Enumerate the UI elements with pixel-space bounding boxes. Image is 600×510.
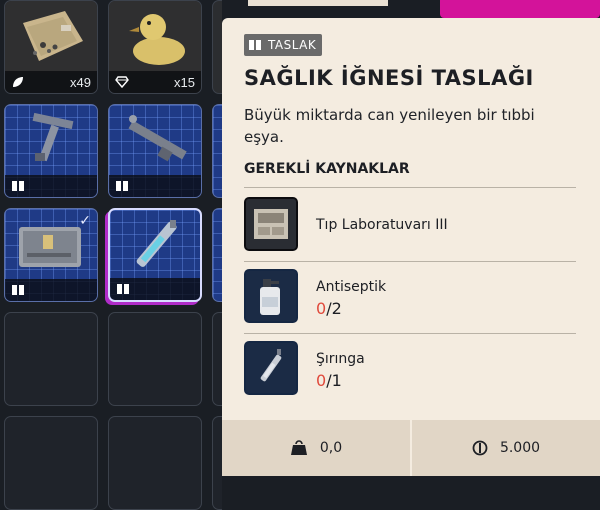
divider — [244, 187, 576, 188]
requirement-name: Şırınga — [316, 351, 365, 367]
bag-icon — [5, 1, 97, 73]
slot-footer: x49 — [5, 71, 97, 93]
divider — [244, 261, 576, 262]
inventory-slot-bag[interactable]: x49 — [4, 0, 98, 94]
blueprint-book-icon — [12, 285, 24, 295]
item-title: SAĞLIK İĞNESİ TASLAĞI — [244, 66, 534, 90]
item-count: x49 — [70, 74, 91, 90]
requirement-count: 0/2 — [316, 299, 342, 318]
top-tab-edge — [248, 0, 388, 6]
slot-footer — [5, 279, 97, 301]
tooltip-footer: 0,0 5.000 — [222, 420, 600, 476]
requirement-name: Antiseptik — [316, 279, 387, 295]
syringe-blueprint-icon — [136, 220, 177, 267]
tool-blueprint-icon — [32, 112, 74, 162]
blueprint-book-icon — [116, 181, 128, 191]
antiseptic-bottle-icon — [244, 269, 298, 323]
weight-display: 0,0 — [222, 420, 410, 476]
value-display: 5.000 — [410, 420, 600, 476]
diamond-icon — [115, 76, 129, 89]
weight-icon — [290, 440, 307, 455]
item-count: x15 — [174, 74, 195, 90]
required-count: /2 — [326, 299, 342, 318]
requirement-name: Tıp Laboratuvarı III — [316, 217, 448, 233]
syringe-icon — [244, 341, 298, 395]
blueprint-book-icon — [12, 181, 24, 191]
inventory-slot-kit-blueprint[interactable]: ✓ — [4, 208, 98, 302]
inventory-slot-empty[interactable] — [108, 312, 202, 406]
inventory-slot-duck[interactable]: x15 — [108, 0, 202, 94]
inventory-slot-empty[interactable] — [4, 416, 98, 510]
blueprint-book-icon — [248, 39, 262, 51]
requirement-count: 0/1 — [316, 371, 342, 390]
check-icon: ✓ — [79, 213, 91, 229]
tag-label: TASLAK — [268, 38, 317, 52]
slot-footer — [5, 175, 97, 197]
inventory-slot-tool-blueprint[interactable] — [4, 104, 98, 198]
coin-icon — [472, 440, 488, 456]
leaf-icon — [13, 77, 23, 87]
inventory-slot-partial[interactable] — [212, 104, 222, 198]
item-tooltip: TASLAK SAĞLIK İĞNESİ TASLAĞI Büyük mikta… — [222, 18, 600, 476]
item-description: Büyük miktarda can yenileyen bir tıbbi e… — [244, 106, 535, 146]
inventory-slot-empty[interactable] — [4, 312, 98, 406]
inventory-slot-empty[interactable] — [212, 416, 222, 510]
value-amount: 5.000 — [499, 440, 541, 456]
lab-station-icon — [244, 197, 298, 251]
owned-count: 0 — [316, 371, 327, 390]
required-count: /1 — [326, 371, 342, 390]
weight-value: 0,0 — [319, 440, 343, 456]
slot-footer: x15 — [109, 71, 201, 93]
divider — [244, 333, 576, 334]
owned-count: 0 — [316, 299, 327, 318]
inventory-slot-partial[interactable] — [212, 208, 222, 302]
slot-footer — [109, 175, 201, 197]
inventory-slot-launcher-blueprint[interactable] — [108, 104, 202, 198]
rubber-duck-icon — [109, 1, 201, 73]
requirements-heading: GEREKLİ KAYNAKLAR — [244, 161, 410, 177]
launcher-blueprint-icon — [128, 115, 187, 162]
featured-banner-edge — [440, 0, 600, 18]
inventory-slot-empty[interactable] — [212, 312, 222, 406]
blueprint-tag: TASLAK — [244, 34, 323, 56]
blueprint-book-icon — [117, 284, 129, 294]
slot-footer — [110, 278, 200, 300]
inventory-slot-empty[interactable] — [108, 416, 202, 510]
inventory-slot-partial[interactable] — [212, 0, 222, 94]
inventory-slot-syringe-blueprint[interactable] — [108, 208, 202, 302]
